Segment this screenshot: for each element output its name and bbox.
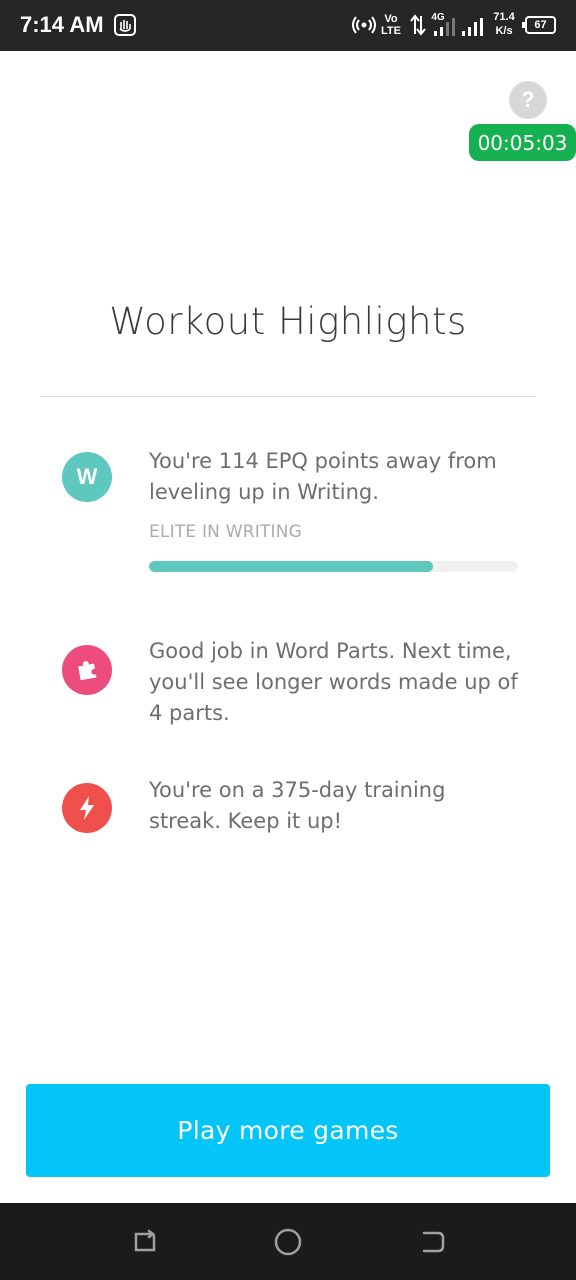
play-button-label: Play more games	[177, 1116, 399, 1145]
level-progress-fill	[149, 561, 434, 572]
status-bar: 7:14 AM Vo LTE 4G 71.4 K/s 67	[0, 0, 576, 51]
back-icon[interactable]	[418, 1227, 448, 1257]
writing-icon-letter: W	[76, 464, 98, 489]
status-time: 7:14 AM	[20, 12, 104, 37]
signal-icon-2	[461, 17, 487, 41]
help-label: ?	[521, 87, 535, 112]
battery-level: 67	[534, 19, 547, 31]
volte-bottom: LTE	[381, 25, 401, 37]
network-speed-value: 71.4	[493, 11, 515, 23]
highlight-word-parts-text: Good job in Word Parts. Next time, you'l…	[149, 639, 518, 725]
level-label: ELITE IN WRITING	[149, 522, 303, 542]
page-title: Workout Highlights	[109, 300, 467, 343]
timer-text: 00:05:03	[477, 130, 568, 155]
play-more-games-button[interactable]: Play more games	[26, 1084, 550, 1177]
writing-icon: W	[62, 452, 112, 502]
puzzle-icon	[62, 645, 112, 695]
highlight-streak-text: You're on a 375-day training streak. Kee…	[149, 778, 446, 833]
signal-icon-1	[433, 17, 459, 41]
hand-icon	[114, 14, 136, 40]
hotspot-icon	[352, 15, 376, 39]
data-arrows-icon	[410, 14, 426, 40]
lightning-icon	[62, 783, 112, 833]
recent-apps-icon[interactable]	[130, 1227, 160, 1257]
volte-top: Vo	[384, 13, 398, 25]
timer-badge: 00:05:03	[469, 124, 576, 161]
highlight-writing-text: You're 114 EPQ points away from leveling…	[149, 449, 497, 504]
help-button[interactable]: ?	[509, 81, 547, 119]
level-progress-bar	[149, 561, 518, 572]
divider	[40, 396, 536, 397]
network-speed-unit: K/s	[495, 25, 513, 37]
nav-bar	[0, 1203, 576, 1280]
home-icon[interactable]	[273, 1227, 303, 1257]
